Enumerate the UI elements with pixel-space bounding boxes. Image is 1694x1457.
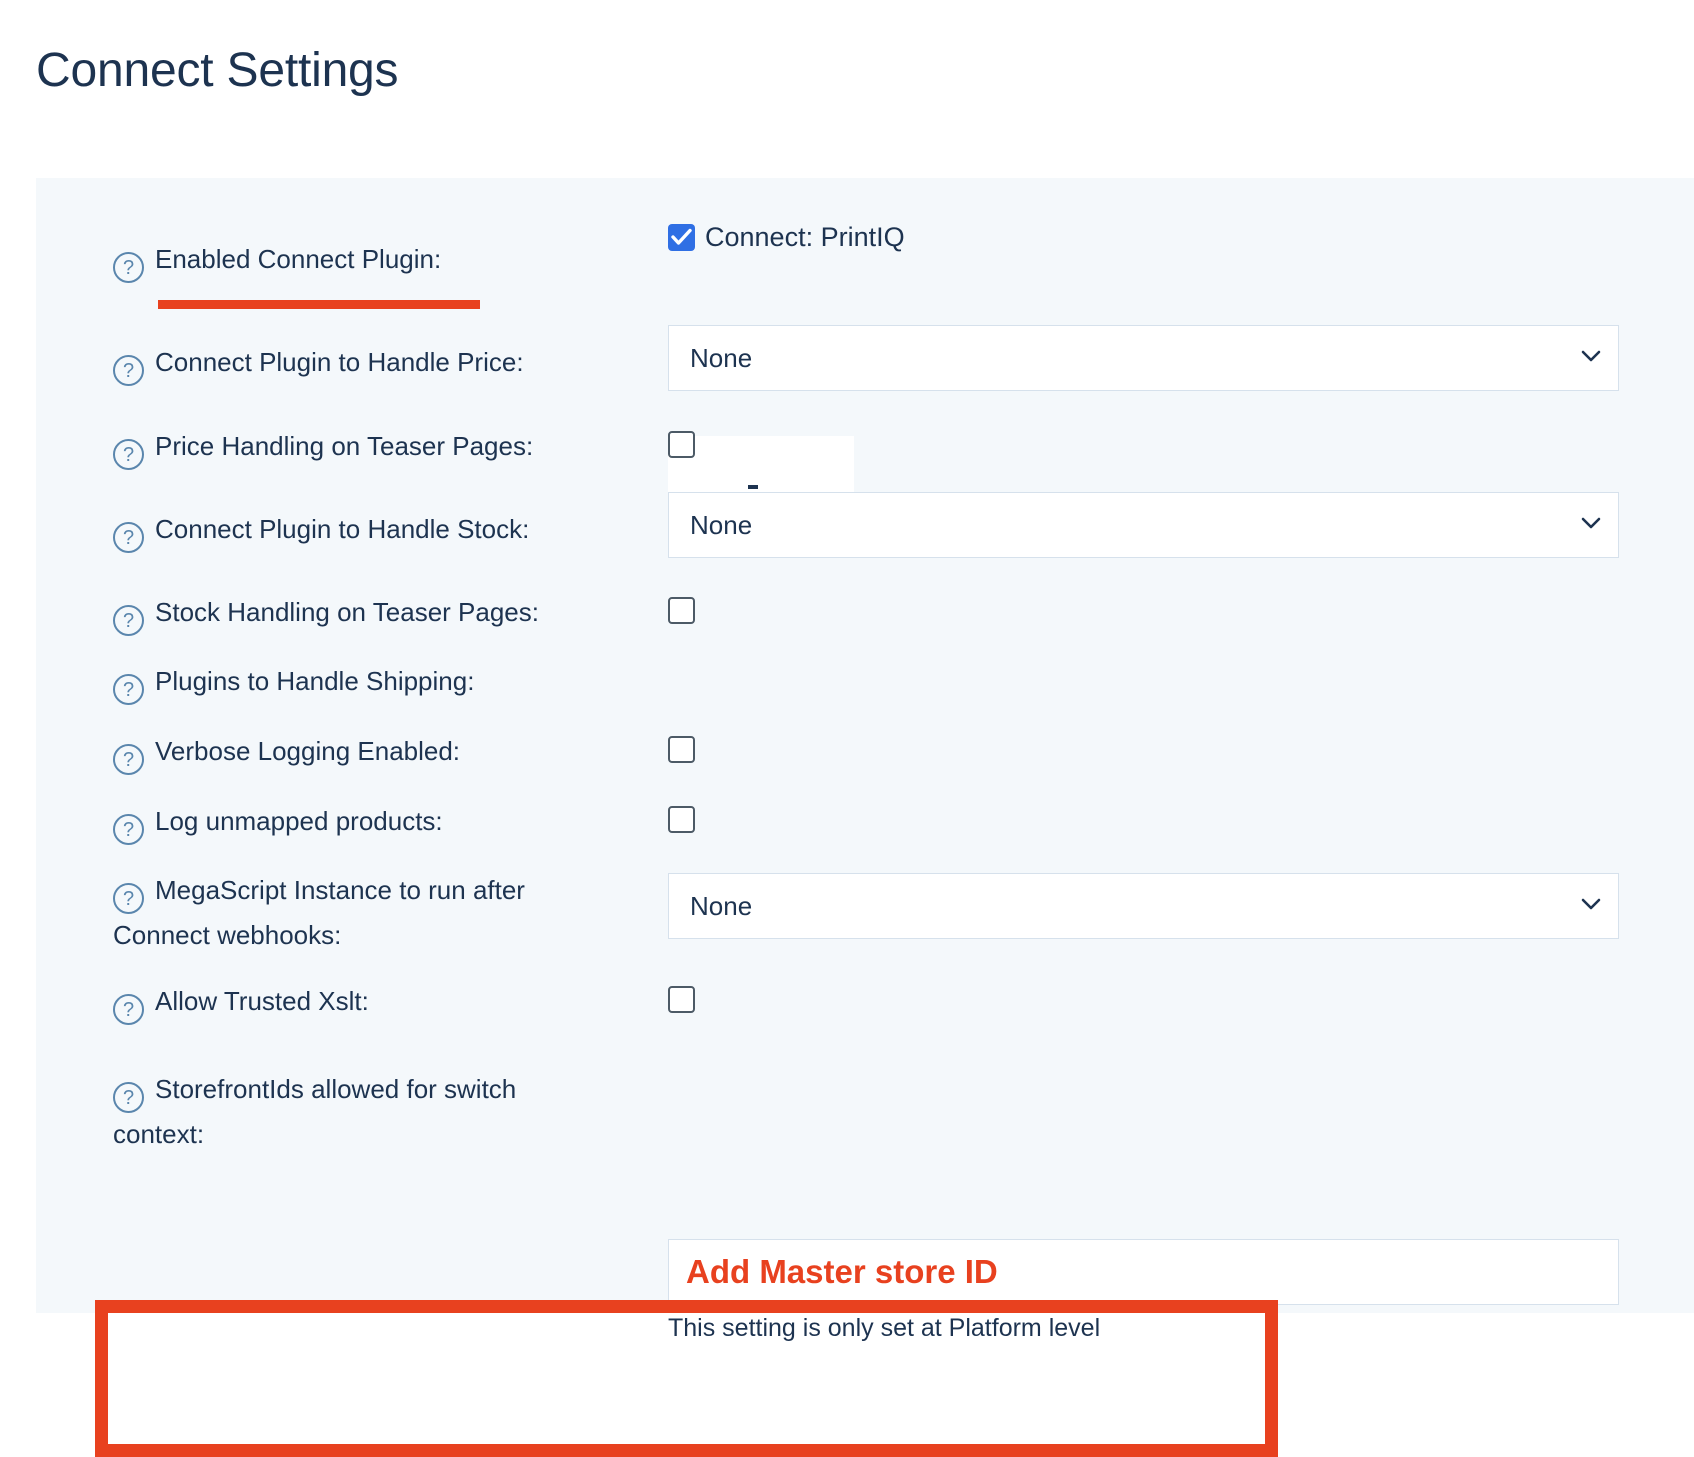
plugin-options-tick-mark	[748, 485, 758, 489]
chevron-down-icon	[1580, 345, 1602, 367]
row-label-storefrontids-switch-context: ? StorefrontIds allowed for switch contex…	[113, 1068, 553, 1155]
checkbox-connect-printiq[interactable]	[668, 224, 695, 251]
help-icon[interactable]: ?	[113, 522, 144, 553]
chevron-down-icon	[1580, 893, 1602, 915]
help-icon[interactable]: ?	[113, 439, 144, 470]
label-text: MegaScript Instance to run after Connect…	[113, 875, 525, 950]
row-label-stock-handling-teaser-pages: ? Stock Handling on Teaser Pages:	[113, 591, 613, 636]
label-text: Log unmapped products:	[155, 806, 443, 836]
page-title: Connect Settings	[36, 44, 399, 97]
label-text: Allow Trusted Xslt:	[155, 986, 369, 1016]
select-wrap-megascript-instance: None	[668, 873, 1619, 939]
select-wrap-connect-plugin-handle-price: None	[668, 325, 1619, 391]
label-text: Verbose Logging Enabled:	[155, 736, 461, 766]
checkbox-verbose-logging-enabled[interactable]	[668, 736, 695, 763]
select-megascript-instance[interactable]: None	[668, 873, 1619, 939]
label-text: Connect Plugin to Handle Price:	[155, 347, 524, 377]
connect-settings-panel: ? Enabled Connect Plugin: Connect: PrintI…	[36, 178, 1694, 1457]
checkbox-wrap-verbose-logging-enabled	[668, 736, 695, 763]
checkbox-wrap-price-handling-teaser-pages	[668, 431, 695, 458]
select-connect-plugin-handle-price[interactable]: None	[668, 325, 1619, 391]
select-connect-plugin-handle-stock[interactable]: None	[668, 492, 1619, 558]
helper-note-platform-level: This setting is only set at Platform lev…	[668, 1314, 1101, 1342]
help-icon[interactable]: ?	[113, 883, 144, 914]
help-icon[interactable]: ?	[113, 744, 144, 775]
checkbox-allow-trusted-xslt[interactable]	[668, 986, 695, 1013]
help-icon[interactable]: ?	[113, 252, 144, 283]
row-label-enabled-connect-plugin: ? Enabled Connect Plugin:	[113, 238, 613, 283]
chevron-down-icon	[1580, 512, 1602, 534]
help-icon[interactable]: ?	[113, 994, 144, 1025]
checkbox-log-unmapped-products[interactable]	[668, 806, 695, 833]
red-underline-annotation	[158, 300, 480, 309]
select-wrap-connect-plugin-handle-stock: None	[668, 492, 1619, 558]
label-text: Stock Handling on Teaser Pages:	[155, 597, 539, 627]
help-icon[interactable]: ?	[113, 605, 144, 636]
select-value: None	[690, 891, 753, 921]
row-label-plugins-handle-shipping: ? Plugins to Handle Shipping:	[113, 660, 613, 705]
checkbox-wrap-allow-trusted-xslt	[668, 986, 695, 1013]
plugin-options-blank-box	[668, 436, 854, 492]
checkbox-price-handling-teaser-pages[interactable]	[668, 431, 695, 458]
label-text: Price Handling on Teaser Pages:	[155, 431, 534, 461]
row-label-price-handling-teaser-pages: ? Price Handling on Teaser Pages:	[113, 425, 613, 470]
check-icon	[671, 228, 692, 245]
label-text: Enabled Connect Plugin:	[155, 244, 442, 274]
help-icon[interactable]: ?	[113, 355, 144, 386]
row-label-verbose-logging-enabled: ? Verbose Logging Enabled:	[113, 730, 613, 775]
row-label-log-unmapped-products: ? Log unmapped products:	[113, 800, 613, 845]
label-text: StorefrontIds allowed for switch context…	[113, 1074, 517, 1149]
help-icon[interactable]: ?	[113, 1082, 144, 1113]
checkbox-wrap-log-unmapped-products	[668, 806, 695, 833]
select-value: None	[690, 343, 753, 373]
row-label-connect-plugin-handle-stock: ? Connect Plugin to Handle Stock:	[113, 508, 613, 553]
help-icon[interactable]: ?	[113, 814, 144, 845]
label-text: Connect Plugin to Handle Stock:	[155, 514, 530, 544]
select-value: None	[690, 510, 753, 540]
checkbox-stock-handling-teaser-pages[interactable]	[668, 597, 695, 624]
input-storefrontids-switch-context[interactable]	[668, 1239, 1619, 1305]
help-icon[interactable]: ?	[113, 674, 144, 705]
label-text: Plugins to Handle Shipping:	[155, 666, 475, 696]
checkbox-group-enabled-connect-plugin: Connect: PrintIQ	[668, 222, 905, 253]
checkbox-wrap-stock-handling-teaser-pages	[668, 597, 695, 624]
row-label-connect-plugin-handle-price: ? Connect Plugin to Handle Price:	[113, 341, 613, 386]
row-label-megascript-instance: ? MegaScript Instance to run after Connec…	[113, 869, 553, 956]
row-label-allow-trusted-xslt: ? Allow Trusted Xslt:	[113, 980, 613, 1025]
checkbox-label-connect-printiq: Connect: PrintIQ	[705, 222, 905, 252]
